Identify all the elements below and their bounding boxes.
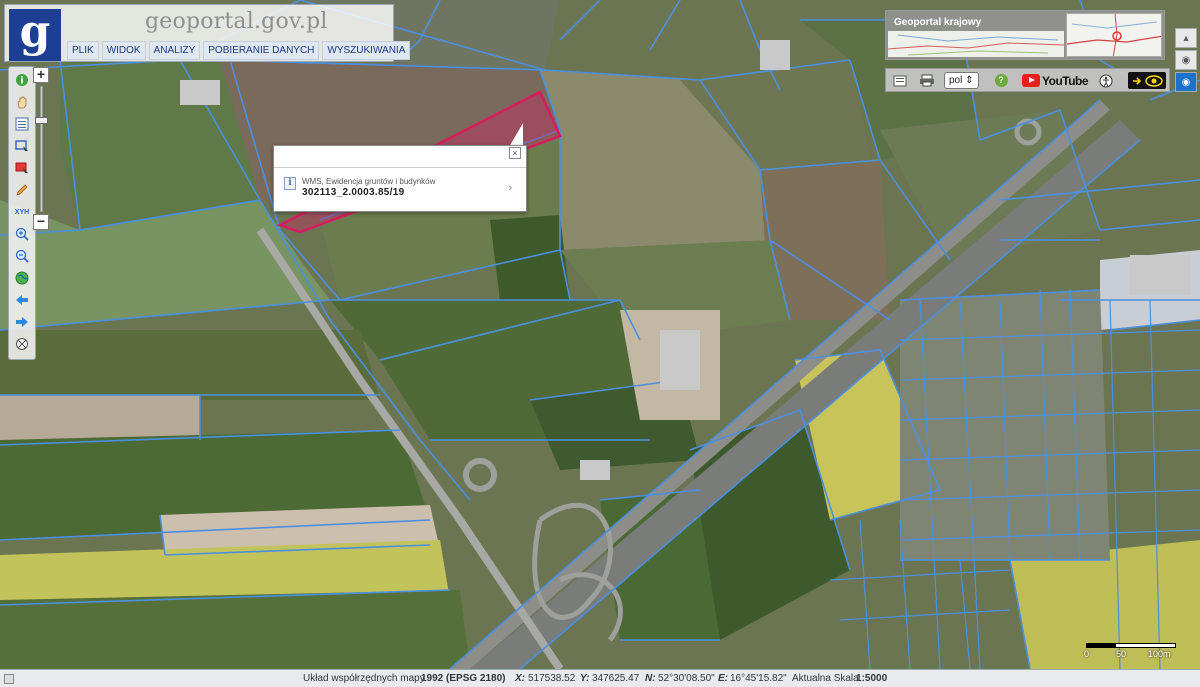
popup-layer-source: WMS, Ewidencja gruntów i budynków (302, 177, 436, 186)
scale-text-value: 1:5000 (856, 673, 888, 684)
full-extent-globe-icon[interactable] (13, 269, 31, 287)
eye-icon[interactable]: ◉ (1175, 72, 1197, 92)
scale-bar-segment (1086, 643, 1116, 648)
popup-pointer (509, 123, 523, 147)
chevron-right-icon[interactable]: › (508, 182, 512, 194)
e-value: 16°45'15.82" (730, 673, 787, 684)
menu-wyszukiwania[interactable]: WYSZUKIWANIA (322, 41, 411, 60)
zoom-slider-track[interactable] (40, 86, 43, 212)
x-value: 517538.52 (528, 673, 576, 684)
xyh-label: XYH (14, 208, 30, 216)
scale-label-50: 50 (1116, 649, 1127, 659)
printer-icon[interactable] (918, 72, 936, 89)
menu-analizy[interactable]: ANALIZY (148, 41, 201, 60)
reset-view-icon[interactable] (13, 335, 31, 353)
popup-close-button[interactable]: × (509, 147, 521, 159)
chevron-up-icon[interactable]: ▴ (1175, 28, 1197, 48)
pan-hand-icon[interactable] (13, 93, 31, 111)
measure-pencil-icon[interactable] (13, 181, 31, 199)
high-contrast-eye-icon[interactable] (1128, 72, 1166, 89)
popup-divider (274, 167, 526, 168)
feature-info-popup: × i WMS, Ewidencja gruntów i budynków 30… (273, 145, 527, 212)
accessibility-icon[interactable] (1098, 72, 1114, 89)
geoportal-logo[interactable]: g (9, 9, 61, 61)
crs-value: 1992 (EPSG 2180) (421, 673, 506, 684)
language-arrow: ⇕ (965, 75, 974, 86)
app-header: g geoportal.gov.pl PLIK WIDOK ANALIZY PO… (4, 4, 411, 62)
legend-icon[interactable] (13, 115, 31, 133)
info-icon: i (284, 177, 296, 190)
zoom-slider-handle[interactable] (35, 117, 48, 124)
menu-widok[interactable]: WIDOK (101, 41, 146, 60)
action-bar: pol ⇕ ? YouTube (885, 68, 1170, 92)
y-label: Y: (580, 673, 590, 684)
e-label: E: (718, 673, 728, 684)
main-menu: PLIK WIDOK ANALIZY POBIERANIE DANYCH WYS… (67, 41, 411, 60)
scale-text-label: Aktualna Skala (792, 673, 859, 684)
zoom-out-icon[interactable] (13, 247, 31, 265)
map-canvas[interactable] (0, 0, 1200, 669)
n-label: N: (645, 673, 656, 684)
youtube-link[interactable]: YouTube (1022, 72, 1089, 89)
zoom-in-icon[interactable] (13, 225, 31, 243)
side-tabs: ▴ ◉ ◉ (1175, 28, 1197, 92)
zoom-out-button[interactable]: − (33, 214, 49, 230)
y-value: 347625.47 (592, 673, 640, 684)
national-panel-title: Geoportal krajowy (894, 17, 982, 28)
overview-minimap[interactable] (1066, 13, 1162, 57)
youtube-icon (1022, 74, 1040, 87)
crs-label: Układ współrzędnych mapy (303, 673, 425, 684)
select-object-icon[interactable] (13, 159, 31, 177)
select-area-icon[interactable] (13, 137, 31, 155)
scale-label-100: 100m (1148, 649, 1171, 659)
scale-label-0: 0 (1084, 649, 1090, 659)
help-icon[interactable]: ? (994, 72, 1008, 89)
aerial-orthophoto (0, 0, 1200, 669)
x-label: X: (515, 673, 525, 684)
language-select[interactable]: pol ⇕ (944, 72, 979, 89)
eye-small-icon[interactable]: ◉ (1175, 50, 1197, 70)
logo-letter: g (19, 6, 51, 57)
map-tools-panel: XYH (8, 66, 36, 360)
national-geoportal-panel[interactable]: Geoportal krajowy (885, 10, 1165, 60)
youtube-label: YouTube (1042, 73, 1089, 88)
menu-plik[interactable]: PLIK (67, 41, 99, 60)
back-arrow-icon[interactable] (13, 291, 31, 309)
n-value: 52°30'08.50" (658, 673, 715, 684)
overview-strip (888, 31, 1064, 57)
coordinates-xyh-icon[interactable]: XYH (13, 203, 31, 221)
resize-corner-icon[interactable] (4, 674, 14, 684)
brand-title: geoportal.gov.pl (145, 9, 328, 34)
zoom-in-button[interactable]: + (33, 67, 49, 83)
status-bar: Układ współrzędnych mapy 1992 (EPSG 2180… (0, 669, 1200, 687)
info-icon[interactable] (13, 71, 31, 89)
forward-arrow-icon[interactable] (13, 313, 31, 331)
parcel-identifier: 302113_2.0003.85/19 (302, 187, 405, 198)
language-value: pol (949, 75, 963, 86)
scale-bar: 0 50 100m (1084, 640, 1176, 660)
menu-pobieranie-danych[interactable]: POBIERANIE DANYCH (203, 41, 320, 60)
print-layout-icon[interactable] (892, 72, 908, 89)
